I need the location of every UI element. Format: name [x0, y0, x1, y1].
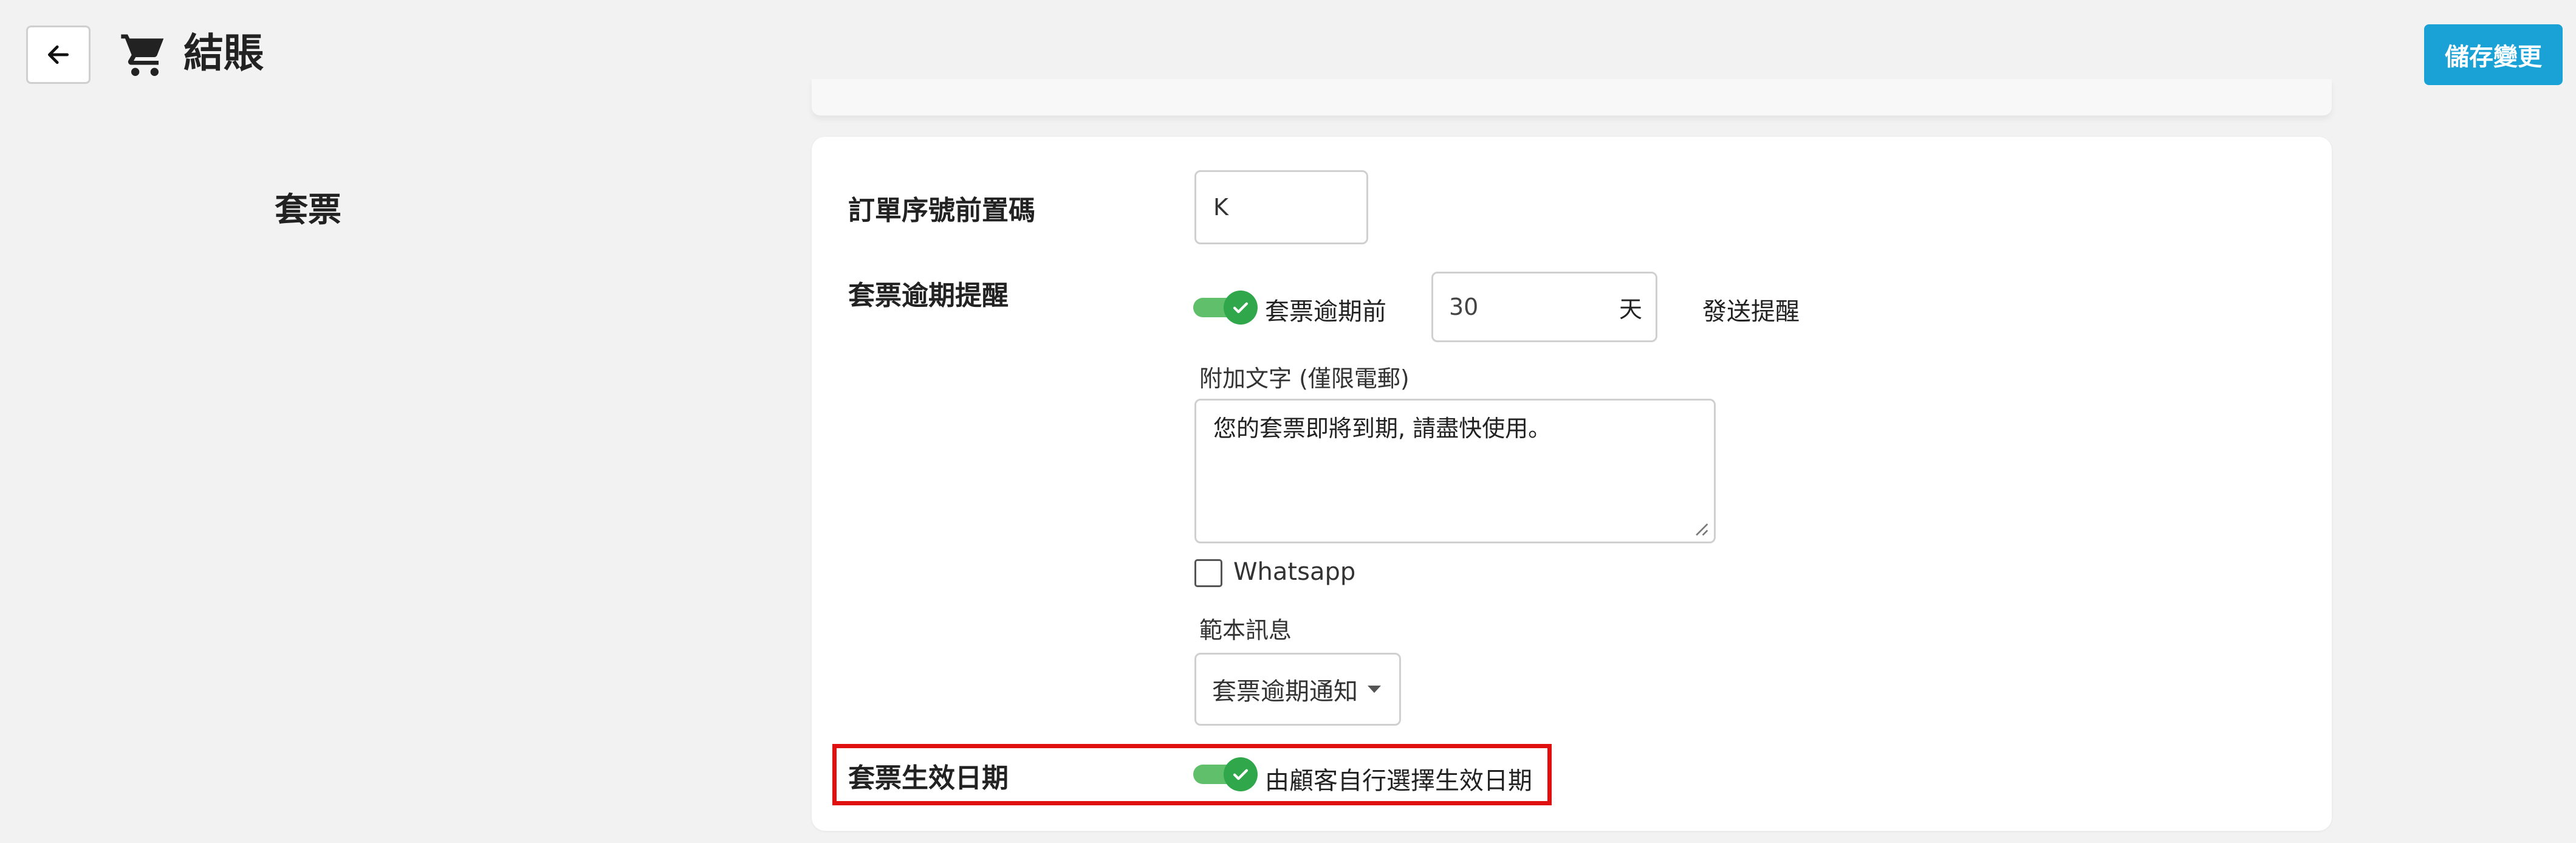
order-prefix-label: 訂單序號前置碼 [848, 195, 1035, 226]
shopping-cart-icon [121, 34, 164, 76]
toggle-knob [1224, 291, 1258, 325]
extra-text-label: 附加文字 (僅限電郵) [1199, 365, 1410, 392]
section-title: 套票 [275, 190, 342, 229]
expiry-days-input[interactable]: 30 天 [1431, 272, 1657, 342]
back-button[interactable] [26, 26, 91, 84]
order-prefix-input[interactable]: K [1194, 170, 1368, 244]
whatsapp-label: Whatsapp [1233, 558, 1356, 586]
arrow-left-icon [47, 45, 69, 64]
expiry-reminder-label: 套票逾期提醒 [848, 280, 1009, 311]
order-prefix-value: K [1213, 194, 1228, 221]
whatsapp-checkbox[interactable] [1194, 559, 1222, 587]
expiry-reminder-toggle-label: 套票逾期前 [1265, 298, 1386, 326]
template-message-value: 套票逾期通知 [1212, 678, 1358, 706]
save-changes-button[interactable]: 儲存變更 [2424, 24, 2563, 85]
extra-text-textarea[interactable]: 您的套票即將到期, 請盡快使用。 [1194, 399, 1716, 543]
resize-grip-icon[interactable] [1693, 521, 1709, 537]
extra-text-value: 您的套票即將到期, 請盡快使用。 [1213, 415, 1552, 442]
expiry-days-unit: 天 [1619, 295, 1642, 323]
expiry-reminder-toggle[interactable] [1193, 291, 1258, 325]
send-reminder-label: 發送提醒 [1702, 298, 1800, 326]
highlight-annotation [832, 744, 1552, 805]
template-message-label: 範本訊息 [1199, 617, 1292, 644]
previous-card [812, 79, 2332, 115]
template-message-select[interactable]: 套票逾期通知 [1194, 653, 1401, 726]
chevron-down-icon [1368, 686, 1381, 693]
page-title: 結賬 [183, 30, 264, 77]
check-icon [1233, 302, 1249, 314]
expiry-days-value: 30 [1449, 294, 1479, 320]
